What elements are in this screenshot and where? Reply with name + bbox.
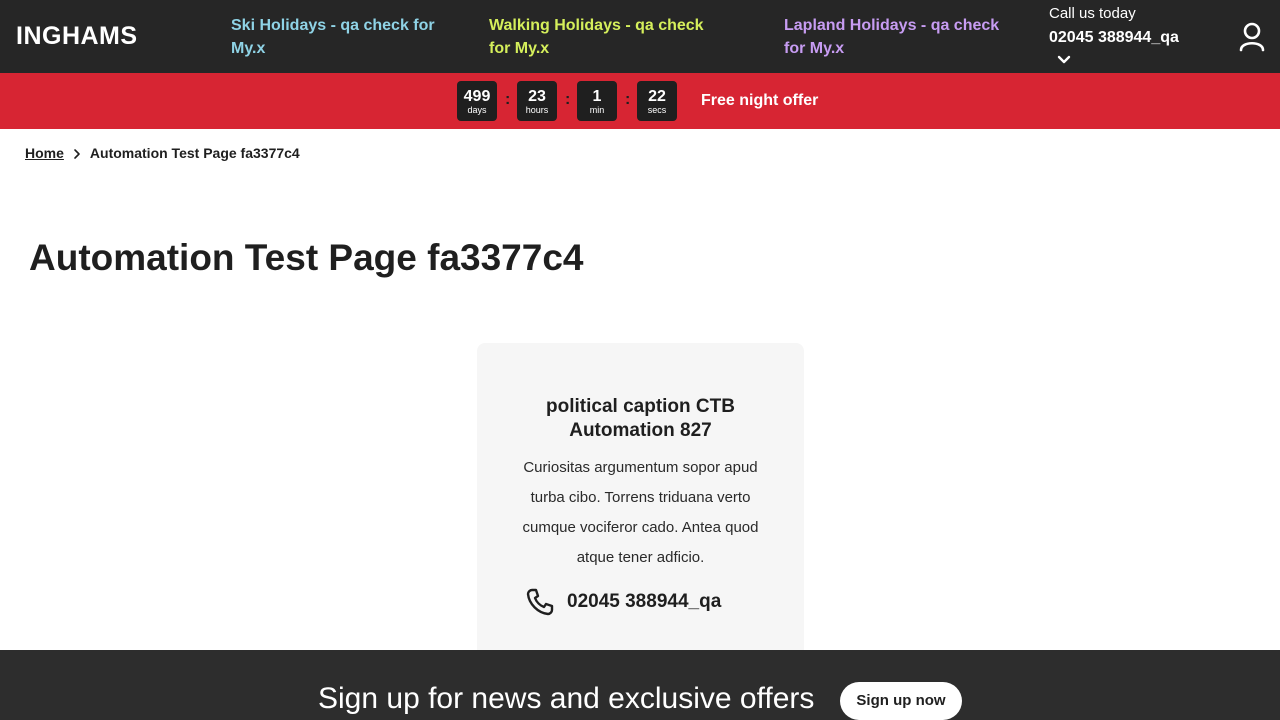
countdown-days-unit: days [467,105,487,115]
countdown-hours-value: 23 [528,88,546,105]
site-header: INGHAMS Ski Holidays - qa check for My.x… [0,0,1280,73]
breadcrumb-home-link[interactable]: Home [25,145,64,161]
newsletter-signup-bar: Sign up for news and exclusive offers Si… [0,650,1280,720]
countdown-days: 499 days [457,81,497,121]
countdown-banner: 499 days : 23 hours : 1 min : 22 secs Fr… [0,73,1280,129]
countdown-seconds-value: 22 [648,88,666,105]
countdown-minutes-unit: min [589,105,605,115]
signup-button[interactable]: Sign up now [840,682,962,720]
call-us-number[interactable]: 02045 388944_qa [1049,24,1179,51]
phone-icon [526,588,554,616]
countdown-minutes: 1 min [577,81,617,121]
countdown-seconds-unit: secs [647,105,667,115]
countdown-hours: 23 hours [517,81,557,121]
chevron-down-icon[interactable] [1057,54,1071,66]
countdown-minutes-value: 1 [592,88,602,105]
call-us-block[interactable]: Call us today 02045 388944_qa [1049,4,1179,64]
countdown-separator: : [565,91,571,108]
breadcrumb: Home Automation Test Page fa3377c4 [25,145,300,161]
countdown-separator: : [505,91,511,108]
countdown-hours-unit: hours [525,105,549,115]
chevron-right-icon [64,147,90,159]
contact-card: political caption CTB Automation 827 Cur… [477,343,804,663]
breadcrumb-current: Automation Test Page fa3377c4 [89,145,300,161]
countdown-separator: : [625,91,631,108]
nav-walking-holidays[interactable]: Walking Holidays - qa check for My.x [489,14,729,60]
nav-ski-holidays[interactable]: Ski Holidays - qa check for My.x [231,14,471,60]
card-phone-link[interactable]: 02045 388944_qa [525,587,765,617]
call-us-label: Call us today [1049,5,1136,22]
signup-heading: Sign up for news and exclusive offers [318,682,815,715]
countdown-days-value: 499 [463,88,491,105]
free-night-offer-link[interactable]: Free night offer [701,92,818,110]
nav-lapland-holidays[interactable]: Lapland Holidays - qa check for My.x [784,14,1024,60]
card-title: political caption CTB Automation 827 [546,396,735,441]
account-icon[interactable] [1238,22,1266,52]
card-body-text: Curiositas argumentum sopor apud turba c… [522,459,759,566]
page-title: Automation Test Page fa3377c4 [29,237,584,278]
inghams-logo[interactable]: INGHAMS [16,22,138,51]
countdown-seconds: 22 secs [637,81,677,121]
card-phone-number: 02045 388944_qa [567,591,722,612]
